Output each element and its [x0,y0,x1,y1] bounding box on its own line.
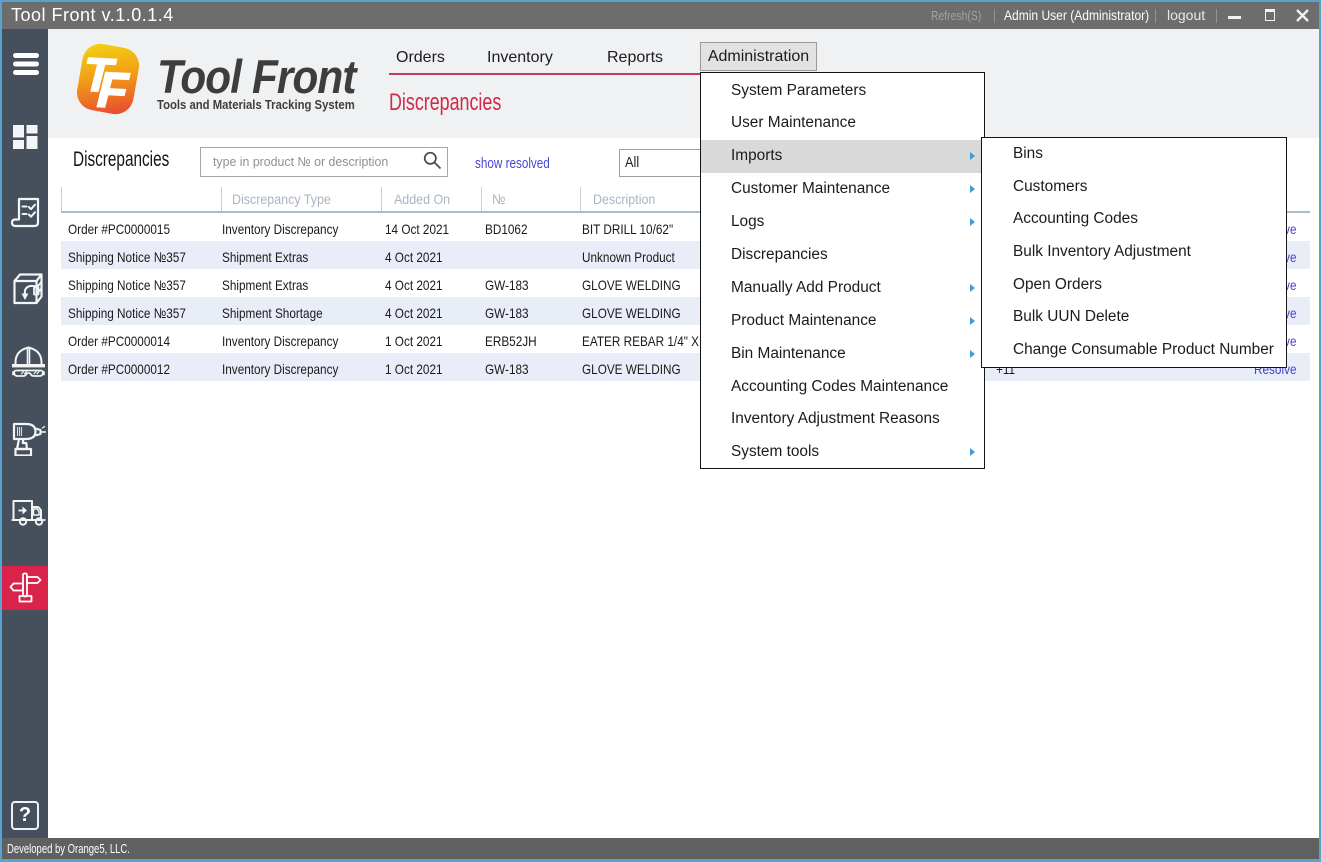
svg-text:F: F [96,61,131,117]
